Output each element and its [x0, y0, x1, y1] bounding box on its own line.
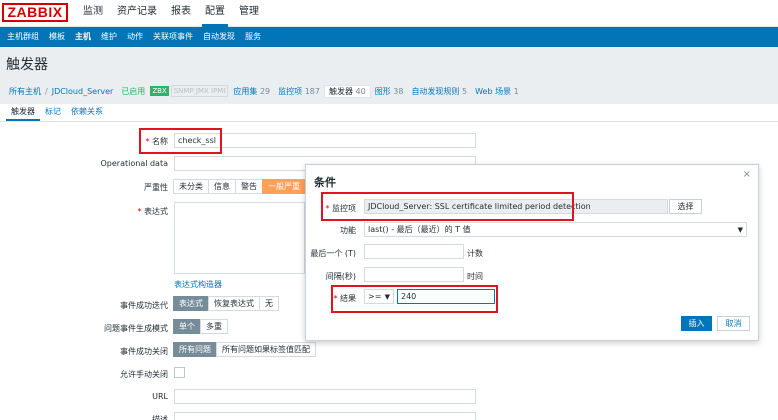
ok-close-tag-match[interactable]: 所有问题如果标签值匹配 [216, 342, 316, 357]
zabbix-logo[interactable]: ZABBIX [2, 3, 68, 22]
breadcrumb: 所有主机 / JDCloud_Server 已启用 ZBX SNMP JMX I… [0, 82, 778, 100]
submenu-event-correlation[interactable]: 关联项事件 [148, 27, 198, 47]
description-textarea[interactable] [174, 412, 476, 420]
interval-input[interactable] [364, 267, 464, 282]
opdata-label: Operational data [100, 159, 169, 168]
last-label: 最后一个 (T) [310, 249, 356, 258]
crumb-triggers[interactable]: 触发器 40 [323, 84, 371, 98]
expression-textarea[interactable] [174, 202, 305, 274]
crumb-web-label: Web 场景 [475, 86, 512, 96]
ok-close-all-problems[interactable]: 所有问题 [173, 342, 217, 357]
other-interfaces-badge: SNMP JMX IPMI [170, 85, 229, 97]
severity-information[interactable]: 信息 [208, 179, 236, 194]
submenu-hosts[interactable]: 主机 [70, 27, 96, 47]
crumb-web-count: 1 [513, 86, 519, 96]
manual-close-label: 允许手动关闭 [120, 370, 168, 379]
tab-tags[interactable]: 标记 [40, 104, 66, 121]
dialog-title: 条件 [314, 176, 336, 189]
top-header: ZABBIX 监测 资产记录 报表 配置 管理 [0, 0, 778, 27]
submenu-host-groups[interactable]: 主机群组 [2, 27, 44, 47]
highlight-name-field [139, 128, 222, 154]
last-unit: 计数 [467, 249, 483, 258]
crumb-applications[interactable]: 应用集 29 [229, 86, 274, 97]
close-icon[interactable]: × [743, 169, 751, 180]
url-input[interactable] [174, 389, 476, 404]
ok-close-selector: 所有问题 所有问题如果标签值匹配 [173, 342, 316, 357]
submenu-templates[interactable]: 模板 [44, 27, 70, 47]
crumb-items-count: 187 [304, 86, 320, 96]
crumb-host[interactable]: JDCloud_Server [48, 87, 118, 96]
severity-not-classified[interactable]: 未分类 [173, 179, 209, 194]
problem-mode-single[interactable]: 单个 [173, 319, 201, 334]
problem-mode-label: 问题事件生成模式 [104, 324, 168, 333]
ok-event-label: 事件成功迭代 [120, 301, 168, 310]
description-label: 描述 [152, 415, 168, 420]
select-button[interactable]: 选择 [669, 199, 702, 214]
submenu-discovery[interactable]: 自动发现 [198, 27, 240, 47]
form-tabs: 触发器 标记 依赖关系 [0, 104, 778, 122]
ok-close-label: 事件成功关闭 [120, 347, 168, 356]
problem-mode-multiple[interactable]: 多重 [200, 319, 228, 334]
zbx-availability-badge: ZBX [150, 86, 169, 96]
submenu-services[interactable]: 服务 [240, 27, 266, 47]
menu-administration[interactable]: 管理 [232, 0, 266, 27]
expression-label: * 表达式 [137, 206, 168, 217]
last-input[interactable] [364, 244, 464, 259]
main-menu: 监测 资产记录 报表 配置 管理 [76, 0, 266, 27]
ok-event-none[interactable]: 无 [259, 296, 279, 311]
crumb-graphs[interactable]: 图形 38 [371, 86, 408, 97]
sub-menu: 主机群组 模板 主机 维护 动作 关联项事件 自动发现 服务 [0, 27, 778, 47]
tab-trigger[interactable]: 触发器 [6, 104, 40, 121]
crumb-discovery-count: 5 [461, 86, 468, 96]
host-status[interactable]: 已启用 [117, 86, 149, 97]
function-label: 功能 [340, 226, 356, 235]
crumb-discovery-rules[interactable]: 自动发现规则 5 [407, 86, 471, 97]
crumb-items[interactable]: 监控项 187 [274, 86, 324, 97]
crumb-triggers-label: 触发器 [328, 86, 353, 96]
crumb-discovery-label: 自动发现规则 [411, 86, 460, 96]
manual-close-checkbox[interactable] [174, 367, 185, 378]
page-title: 触发器 [6, 57, 48, 73]
crumb-triggers-count: 40 [355, 86, 366, 96]
interval-label: 间隔(秒) [325, 272, 356, 281]
condition-dialog: 条件 × * 监控项 JDCloud_Server: SSL certifica… [305, 164, 759, 341]
dropdown-arrow-icon: ▼ [737, 226, 743, 234]
crumb-web-scenarios[interactable]: Web 场景 1 [471, 86, 523, 97]
tab-dependencies[interactable]: 依赖关系 [66, 104, 108, 121]
interval-unit: 时间 [467, 272, 483, 281]
severity-warning[interactable]: 警告 [235, 179, 263, 194]
crumb-applications-count: 29 [259, 86, 271, 96]
url-label: URL [152, 392, 168, 401]
expression-builder-link[interactable]: 表达式构造器 [174, 279, 222, 290]
insert-button[interactable]: 插入 [681, 316, 712, 331]
function-select[interactable]: last() - 最后（最近）的 T 值 ▼ [364, 222, 747, 237]
menu-inventory[interactable]: 资产记录 [110, 0, 164, 27]
ok-event-expression[interactable]: 表达式 [173, 296, 209, 311]
severity-selector: 未分类 信息 警告 一般严重 [173, 179, 306, 194]
severity-average[interactable]: 一般严重 [262, 179, 306, 194]
menu-reports[interactable]: 报表 [164, 0, 198, 27]
highlight-item-field [321, 192, 574, 221]
crumb-items-label: 监控项 [278, 86, 303, 96]
ok-event-recovery-expression[interactable]: 恢复表达式 [208, 296, 260, 311]
expression-label-text: 表达式 [144, 207, 168, 216]
submenu-maintenance[interactable]: 维护 [96, 27, 122, 47]
highlight-result-field [331, 285, 498, 313]
cancel-button[interactable]: 取消 [717, 316, 750, 331]
problem-mode-selector: 单个 多重 [173, 319, 228, 334]
crumb-graphs-label: 图形 [374, 86, 391, 96]
crumb-applications-label: 应用集 [233, 86, 258, 96]
menu-configuration[interactable]: 配置 [198, 0, 232, 27]
crumb-all-hosts[interactable]: 所有主机 [5, 86, 45, 97]
submenu-actions[interactable]: 动作 [122, 27, 148, 47]
crumb-graphs-count: 38 [393, 86, 404, 96]
ok-event-selector: 表达式 恢复表达式 无 [173, 296, 279, 311]
menu-monitoring[interactable]: 监测 [76, 0, 110, 27]
severity-label: 严重性 [144, 183, 168, 192]
function-select-value: last() - 最后（最近）的 T 值 [368, 225, 471, 234]
